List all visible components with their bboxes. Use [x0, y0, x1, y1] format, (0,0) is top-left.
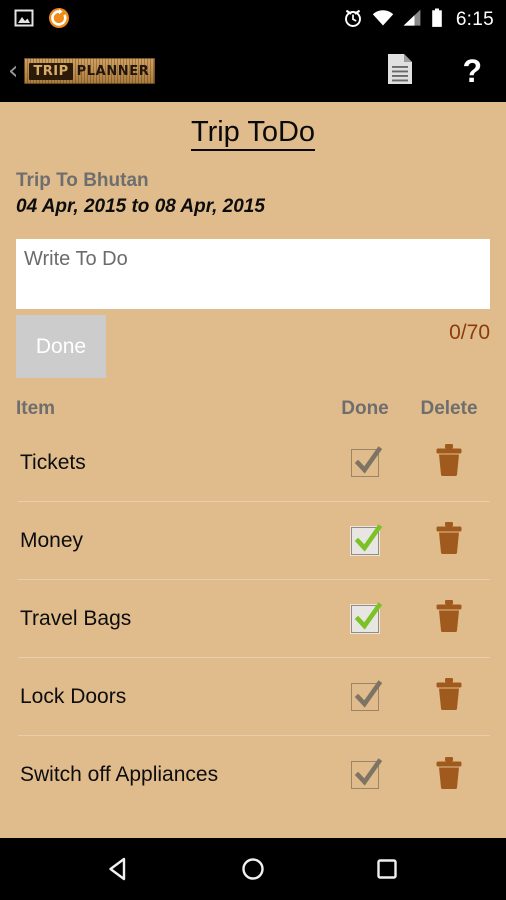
- cell-signal-icon: [403, 9, 422, 32]
- delete-cell: [408, 443, 490, 482]
- done-checkbox[interactable]: [351, 523, 383, 555]
- done-button[interactable]: Done: [16, 315, 106, 378]
- table-row: Travel Bags: [18, 580, 490, 658]
- back-chevron-icon[interactable]: ‹: [6, 58, 22, 84]
- done-checkbox[interactable]: [351, 445, 383, 477]
- logo-planner-text: PLANNER: [76, 63, 150, 79]
- column-header-done: Done: [341, 398, 389, 419]
- system-navigation-bar: [0, 838, 506, 900]
- logo-trip-text: TRIP: [29, 62, 73, 80]
- alarm-icon: [343, 8, 363, 33]
- trash-icon[interactable]: [434, 677, 464, 711]
- delete-cell: [408, 521, 490, 560]
- delete-cell: [408, 599, 490, 638]
- table-row: Switch off Appliances: [18, 736, 490, 814]
- todo-item-label: Travel Bags: [20, 606, 132, 630]
- sync-icon: [48, 7, 70, 34]
- done-cell: [322, 679, 408, 711]
- help-icon[interactable]: ?: [462, 55, 482, 87]
- status-bar-notifications: [14, 7, 70, 34]
- app-screen: 6:15 ‹ TRIP PLANNER ? Trip ToDo Trip To …: [0, 0, 506, 900]
- done-cell: [322, 523, 408, 555]
- todo-item-label: Lock Doors: [20, 684, 127, 708]
- image-icon: [14, 8, 34, 33]
- done-cell: [322, 601, 408, 633]
- nav-recents-button[interactable]: [372, 854, 402, 884]
- table-row: Money: [18, 502, 490, 580]
- todo-item-label: Switch off Appliances: [20, 763, 219, 786]
- trip-dates: 04 Apr, 2015 to 08 Apr, 2015: [16, 196, 265, 217]
- nav-home-button[interactable]: [238, 854, 268, 884]
- table-row: Tickets: [18, 424, 490, 502]
- list-header: Item Done Delete: [16, 398, 490, 424]
- character-counter: 0/70: [449, 321, 490, 344]
- done-cell: [322, 758, 408, 789]
- input-actions-row: Done 0/70: [16, 315, 490, 378]
- wifi-icon: [372, 9, 394, 32]
- done-checkbox[interactable]: [351, 679, 383, 711]
- todo-item-label: Tickets: [20, 450, 86, 474]
- page-title: Trip ToDo: [16, 116, 490, 151]
- done-checkbox[interactable]: [351, 758, 383, 789]
- trip-name: Trip To Bhutan: [16, 170, 149, 191]
- trash-icon[interactable]: [434, 443, 464, 477]
- page-title-text: Trip ToDo: [190, 116, 316, 151]
- todo-list: Tickets Money Travel Bags Lock Doors Switch …: [16, 424, 490, 814]
- status-bar-clock: 6:15: [455, 9, 494, 30]
- delete-cell: [408, 756, 490, 795]
- table-row: Lock Doors: [18, 658, 490, 736]
- done-checkbox[interactable]: [351, 601, 383, 633]
- action-bar: ‹ TRIP PLANNER ?: [0, 40, 506, 102]
- todo-item-label: Money: [20, 528, 84, 552]
- status-bar-system-icons: 6:15: [343, 8, 494, 33]
- done-cell: [322, 445, 408, 477]
- trash-icon[interactable]: [434, 599, 464, 633]
- app-logo[interactable]: TRIP PLANNER: [24, 58, 156, 84]
- status-bar: 6:15: [0, 0, 506, 40]
- document-icon[interactable]: [386, 53, 414, 90]
- trash-icon[interactable]: [434, 756, 464, 790]
- column-header-delete: Delete: [420, 398, 478, 419]
- action-bar-buttons: ?: [386, 53, 482, 90]
- trash-icon[interactable]: [434, 521, 464, 555]
- main-content: Trip ToDo Trip To Bhutan 04 Apr, 2015 to…: [0, 102, 506, 838]
- delete-cell: [408, 677, 490, 716]
- column-header-item: Item: [16, 398, 56, 419]
- nav-back-button[interactable]: [104, 854, 134, 884]
- todo-input[interactable]: [16, 239, 490, 309]
- battery-icon: [431, 8, 443, 33]
